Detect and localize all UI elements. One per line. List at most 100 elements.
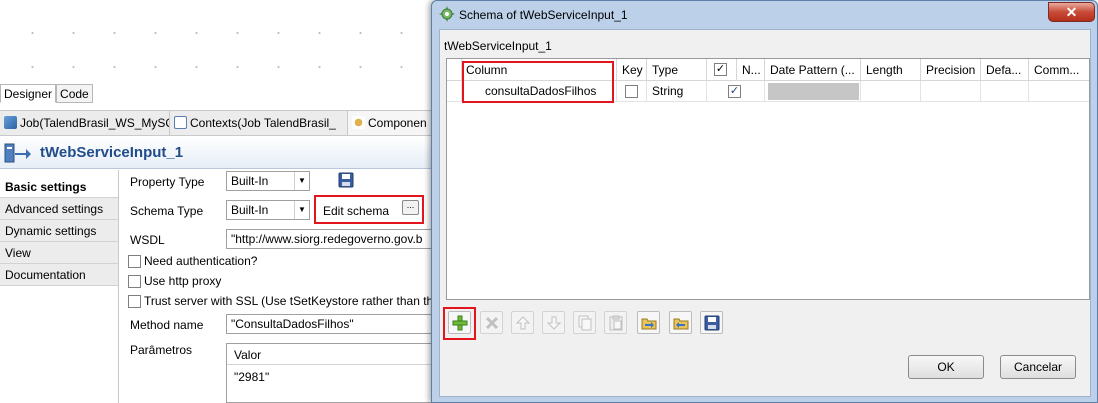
- export-icon: [673, 318, 689, 330]
- parametros-table: Valor "2981": [226, 343, 433, 403]
- cell-precision[interactable]: [921, 81, 981, 102]
- nav-basic-settings[interactable]: Basic settings: [0, 176, 118, 198]
- tab-designer[interactable]: Designer: [0, 84, 57, 103]
- nullable-checkbox[interactable]: ✓: [728, 85, 741, 98]
- dialog-body: tWebServiceInput_1 Column Key Type ✓ N..…: [439, 29, 1091, 397]
- remove-icon: [485, 316, 499, 330]
- cell-date-pattern[interactable]: [765, 81, 861, 102]
- wsdl-label: WSDL: [130, 233, 165, 247]
- remove-button[interactable]: [480, 311, 503, 334]
- tab-job-label: Job(TalendBrasil_WS_MySQ: [20, 116, 170, 130]
- arrow-down-icon: [546, 316, 562, 330]
- move-up-button[interactable]: [511, 311, 534, 334]
- tab-job[interactable]: Job(TalendBrasil_WS_MySQ: [0, 111, 170, 135]
- import-button[interactable]: [637, 311, 660, 334]
- select-all-nullable-checkbox[interactable]: ✓: [714, 63, 727, 76]
- tab-component-label: Componen: [368, 116, 427, 130]
- key-checkbox[interactable]: [625, 85, 638, 98]
- property-type-label: Property Type: [130, 175, 205, 189]
- schema-type-select[interactable]: Built-In ▼: [226, 200, 310, 220]
- parametros-label: Parâmetros: [130, 343, 193, 357]
- chevron-down-icon: ▼: [294, 201, 309, 219]
- use-http-proxy-label: Use http proxy: [144, 274, 222, 288]
- schema-component-name: tWebServiceInput_1: [444, 39, 552, 53]
- save-property-icon[interactable]: [338, 172, 354, 191]
- nav-documentation[interactable]: Documentation: [0, 264, 118, 286]
- component-header: tWebServiceInput_1: [0, 137, 432, 169]
- designer-tab-bar: Designer Code: [0, 84, 93, 104]
- contexts-icon: [174, 116, 187, 129]
- col-header-comment[interactable]: Comm...: [1029, 59, 1089, 81]
- cell-nullable[interactable]: ✓: [707, 81, 765, 102]
- job-icon: [4, 116, 17, 129]
- copy-button[interactable]: [573, 311, 596, 334]
- plus-icon: [452, 315, 468, 331]
- tab-contexts[interactable]: Contexts(Job TalendBrasil_: [170, 111, 348, 135]
- param-value-cell[interactable]: "2981": [227, 365, 432, 384]
- cancel-button[interactable]: Cancelar: [1000, 355, 1076, 379]
- col-header-key[interactable]: Key: [617, 59, 647, 81]
- col-header-date-pattern[interactable]: Date Pattern (...: [765, 59, 861, 81]
- nav-advanced-settings[interactable]: Advanced settings: [0, 198, 118, 220]
- component-title: tWebServiceInput_1: [40, 144, 184, 161]
- schema-type-label: Schema Type: [130, 204, 204, 218]
- settings-nav: Basic settings Advanced settings Dynamic…: [0, 176, 118, 403]
- close-button[interactable]: ✕: [1048, 2, 1095, 22]
- dialog-titlebar[interactable]: Schema of tWebServiceInput_1 ✕: [432, 1, 1097, 29]
- export-button[interactable]: [669, 311, 692, 334]
- row-selector: [447, 81, 462, 102]
- edit-schema-label: Edit schema: [323, 204, 390, 218]
- need-authentication-checkbox[interactable]: [128, 255, 141, 268]
- trust-ssl-label: Trust server with SSL (Use tSetKeystore …: [144, 294, 442, 308]
- param-header-valor: Valor: [227, 344, 432, 365]
- cell-length[interactable]: [861, 81, 921, 102]
- col-header-precision[interactable]: Precision: [921, 59, 981, 81]
- col-header-default[interactable]: Defa...: [981, 59, 1029, 81]
- save-icon: [704, 315, 720, 331]
- arrow-up-icon: [515, 316, 531, 330]
- edit-schema-button[interactable]: ...: [402, 200, 419, 215]
- close-icon: ✕: [1065, 4, 1078, 20]
- copy-icon: [578, 315, 592, 331]
- col-header-type[interactable]: Type: [647, 59, 707, 81]
- chevron-down-icon: ▼: [294, 172, 309, 190]
- basic-settings-form: Property Type Built-In ▼ Schema Type Bui…: [118, 170, 442, 403]
- method-name-input[interactable]: "ConsultaDadosFilhos": [226, 314, 433, 334]
- ok-button[interactable]: OK: [908, 355, 984, 379]
- editor-tab-bar: Job(TalendBrasil_WS_MySQ Contexts(Job Ta…: [0, 110, 432, 136]
- tab-code[interactable]: Code: [56, 84, 93, 103]
- schema-dialog: Schema of tWebServiceInput_1 ✕ tWebServi…: [431, 0, 1098, 403]
- dialog-title: Schema of tWebServiceInput_1: [459, 8, 628, 22]
- import-icon: [641, 318, 657, 330]
- col-header-nullable-check[interactable]: ✓: [707, 59, 737, 81]
- trust-ssl-checkbox[interactable]: [128, 295, 141, 308]
- property-type-select[interactable]: Built-In ▼: [226, 171, 310, 191]
- component-icon: [352, 116, 365, 129]
- tab-component[interactable]: Componen: [348, 111, 432, 135]
- nav-dynamic-settings[interactable]: Dynamic settings: [0, 220, 118, 242]
- cell-comment[interactable]: [1029, 81, 1089, 102]
- need-authentication-label: Need authentication?: [144, 254, 258, 268]
- date-pattern-disabled: [768, 83, 859, 100]
- cell-default[interactable]: [981, 81, 1029, 102]
- nav-view[interactable]: View: [0, 242, 118, 264]
- move-down-button[interactable]: [542, 311, 565, 334]
- add-button[interactable]: [448, 311, 471, 334]
- row-header-spacer: [447, 59, 462, 81]
- property-type-value: Built-In: [231, 174, 269, 188]
- schema-table: Column Key Type ✓ N... Date Pattern (...…: [446, 58, 1090, 300]
- col-header-length[interactable]: Length: [861, 59, 921, 81]
- wsdl-input[interactable]: "http://www.siorg.redegoverno.gov.b: [226, 229, 433, 249]
- use-http-proxy-checkbox[interactable]: [128, 275, 141, 288]
- schema-type-value: Built-In: [231, 203, 269, 217]
- method-name-label: Method name: [130, 318, 204, 332]
- col-header-nullable[interactable]: N...: [737, 59, 765, 81]
- cell-key[interactable]: [617, 81, 647, 102]
- paste-button[interactable]: [604, 311, 627, 334]
- web-service-icon: [4, 141, 32, 165]
- tab-contexts-label: Contexts(Job TalendBrasil_: [190, 116, 336, 130]
- designer-canvas[interactable]: [0, 0, 432, 84]
- paste-icon: [609, 315, 623, 331]
- cell-type[interactable]: String: [647, 81, 707, 102]
- save-button[interactable]: [700, 311, 723, 334]
